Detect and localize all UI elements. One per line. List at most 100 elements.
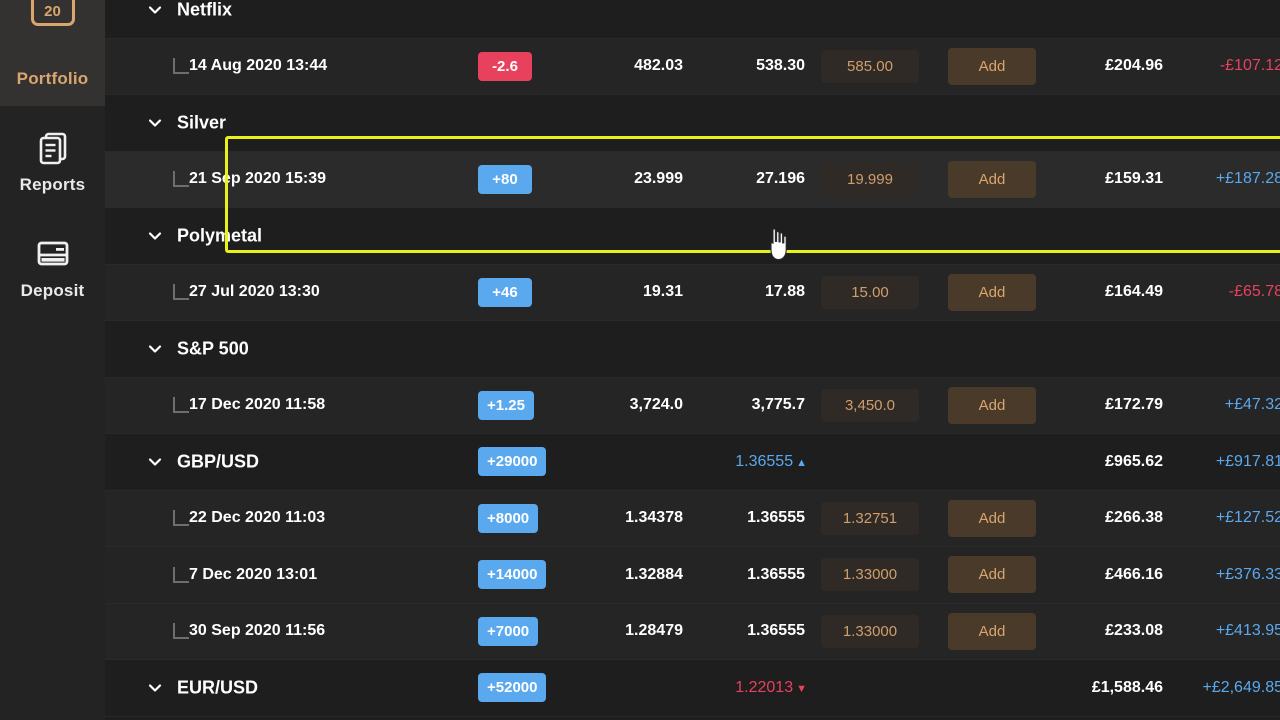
instrument-group-row[interactable]: Netflix	[105, 0, 1280, 39]
instrument-group-row[interactable]: Silver	[105, 95, 1280, 152]
open-price-cell: 482.03	[573, 57, 683, 75]
add-button[interactable]: Add	[948, 47, 1036, 85]
sidebar-item-reports[interactable]: Reports	[0, 106, 105, 212]
stop-level-button[interactable]: 3,450.0	[821, 388, 919, 422]
add-order-cell: Add	[948, 499, 1036, 537]
chevron-down-icon[interactable]	[145, 113, 165, 133]
position-value: £204.96	[1105, 57, 1163, 75]
instrument-group-row[interactable]: EUR/USD +52000 1.22013 ▼ £1,588.46 +£2,649.85…	[105, 660, 1280, 717]
stop-level-button[interactable]: 15.00	[821, 275, 919, 309]
add-button[interactable]: Add	[948, 386, 1036, 424]
stop-level-cell: 19.999	[821, 162, 921, 196]
stop-level-button[interactable]: 1.33000	[821, 558, 919, 592]
quantity-badge[interactable]: +80	[478, 164, 532, 194]
tree-branch-icon	[173, 284, 189, 301]
trade-value-cell: £164.49	[1053, 283, 1163, 301]
trade-value-cell: £266.38	[1053, 509, 1163, 527]
quantity-badge[interactable]: +52000	[478, 673, 547, 703]
deposit-icon	[31, 231, 75, 275]
trade-open-date: 21 Sep 2020 15:39	[189, 170, 326, 188]
group-quantity-cell: +29000	[478, 447, 547, 477]
instrument-group-row[interactable]: S&P 500	[105, 321, 1280, 378]
current-price: 1.36555	[747, 565, 805, 583]
add-button[interactable]: Add	[948, 556, 1036, 594]
stop-level-button[interactable]: 1.32751	[821, 501, 919, 535]
current-price-cell: 1.36555	[695, 622, 805, 640]
open-price-cell: 23.999	[573, 170, 683, 188]
sidebar-item-deposit[interactable]: Deposit	[0, 212, 105, 318]
trade-row[interactable]: 7 Dec 2020 13:01 +14000 1.32884 1.36555 1.33…	[105, 547, 1280, 604]
current-price: 1.36555	[747, 622, 805, 640]
profit-loss: +£127.52	[1215, 509, 1280, 527]
stop-level-button[interactable]: 1.33000	[821, 614, 919, 648]
tree-branch-icon	[173, 171, 189, 188]
add-button[interactable]: Add	[948, 499, 1036, 537]
add-order-cell: Add	[948, 556, 1036, 594]
instrument-name: Silver	[177, 112, 227, 133]
open-price: 23.999	[634, 170, 683, 188]
add-button[interactable]: Add	[948, 160, 1036, 198]
trade-value-cell: £233.08	[1053, 622, 1163, 640]
trade-pl-cell: -£107.12	[1173, 57, 1280, 75]
quantity-badge[interactable]: +7000	[478, 616, 539, 646]
stop-level-button[interactable]: 585.00	[821, 49, 919, 83]
quantity-badge[interactable]: -2.6	[478, 51, 532, 81]
quantity-badge[interactable]: +1.25	[478, 390, 534, 420]
trade-row[interactable]: 14 Aug 2020 13:44 -2.6 482.03 538.30 585.00 A…	[105, 38, 1280, 95]
open-price: 1.34378	[625, 509, 683, 527]
trade-quantity-cell: +14000	[478, 560, 547, 590]
chevron-down-icon[interactable]	[145, 678, 165, 698]
current-price: 538.30	[756, 57, 805, 75]
trade-open-date: 7 Dec 2020 13:01	[189, 565, 318, 583]
current-price: 17.88	[764, 283, 805, 301]
position-value: £1,588.46	[1091, 678, 1163, 696]
trade-quantity-cell: +80	[478, 164, 532, 194]
live-quote: 1.36555 ▲	[735, 452, 807, 470]
trade-row[interactable]: 21 Sep 2020 15:39 +80 23.999 27.196 19.999 Ad…	[105, 151, 1280, 208]
instrument-group-row[interactable]: GBP/USD+290001.36555▲£965.62+£917.81Clos…	[105, 434, 1280, 491]
trade-open-date: 14 Aug 2020 13:44	[189, 57, 328, 75]
sidebar: 20 Portfolio Reports Deposit	[0, 0, 105, 720]
instrument-group-row[interactable]: Polymetal	[105, 208, 1280, 265]
add-button[interactable]: Add	[948, 612, 1036, 650]
quantity-badge[interactable]: +14000	[478, 560, 547, 590]
trade-open-date: 17 Dec 2020 11:58	[189, 396, 326, 414]
chevron-down-icon[interactable]	[145, 0, 165, 20]
profit-loss: -£107.12	[1219, 57, 1280, 75]
current-price: 1.36555	[747, 509, 805, 527]
trade-row[interactable]: 22 Dec 2020 11:03 +8000 1.34378 1.36555 1.32…	[105, 490, 1280, 547]
add-button[interactable]: Add	[948, 273, 1036, 311]
instrument-name: Netflix	[177, 0, 233, 20]
trade-row[interactable]: 30 Sep 2020 11:56 +7000 1.28479 1.36555 1.33…	[105, 603, 1280, 660]
position-value: £164.49	[1105, 283, 1163, 301]
current-price: 27.196	[756, 170, 805, 188]
quantity-badge[interactable]: +46	[478, 277, 532, 307]
tree-branch-icon	[173, 58, 189, 75]
open-price: 1.28479	[625, 622, 683, 640]
chevron-down-icon[interactable]	[145, 339, 165, 359]
trade-quantity-cell: +8000	[478, 503, 539, 533]
instrument-name: Polymetal	[177, 225, 263, 246]
trade-row[interactable]: 27 Jul 2020 13:30 +46 19.31 17.88 15.00 Add £1…	[105, 264, 1280, 321]
quantity-badge[interactable]: +29000	[478, 447, 547, 477]
instrument-name: EUR/USD	[177, 677, 259, 698]
trade-value-cell: £466.16	[1053, 566, 1163, 584]
trade-quantity-cell: -2.6	[478, 51, 532, 81]
quantity-badge[interactable]: +8000	[478, 503, 539, 533]
instrument-name: S&P 500	[177, 338, 249, 359]
chevron-down-icon[interactable]	[145, 226, 165, 246]
trade-row[interactable]: 17 Dec 2020 11:58 +1.25 3,724.0 3,775.7 3,45…	[105, 377, 1280, 434]
profit-loss: +£47.32	[1224, 396, 1280, 414]
sidebar-item-portfolio[interactable]: 20 Portfolio	[0, 0, 105, 106]
group-value-cell: £1,588.46	[1053, 679, 1163, 697]
trade-pl-cell: -£65.78	[1173, 283, 1280, 301]
profit-loss: +£2,649.85	[1202, 678, 1280, 696]
quote-direction-icon: ▼	[796, 682, 807, 695]
trade-pl-cell: +£187.28	[1173, 170, 1280, 188]
stop-level-button[interactable]: 19.999	[821, 162, 919, 196]
position-value: £266.38	[1105, 509, 1163, 527]
trade-quantity-cell: +7000	[478, 616, 539, 646]
chevron-down-icon[interactable]	[145, 452, 165, 472]
open-price-cell: 1.34378	[573, 509, 683, 527]
open-price-cell: 3,724.0	[573, 396, 683, 414]
